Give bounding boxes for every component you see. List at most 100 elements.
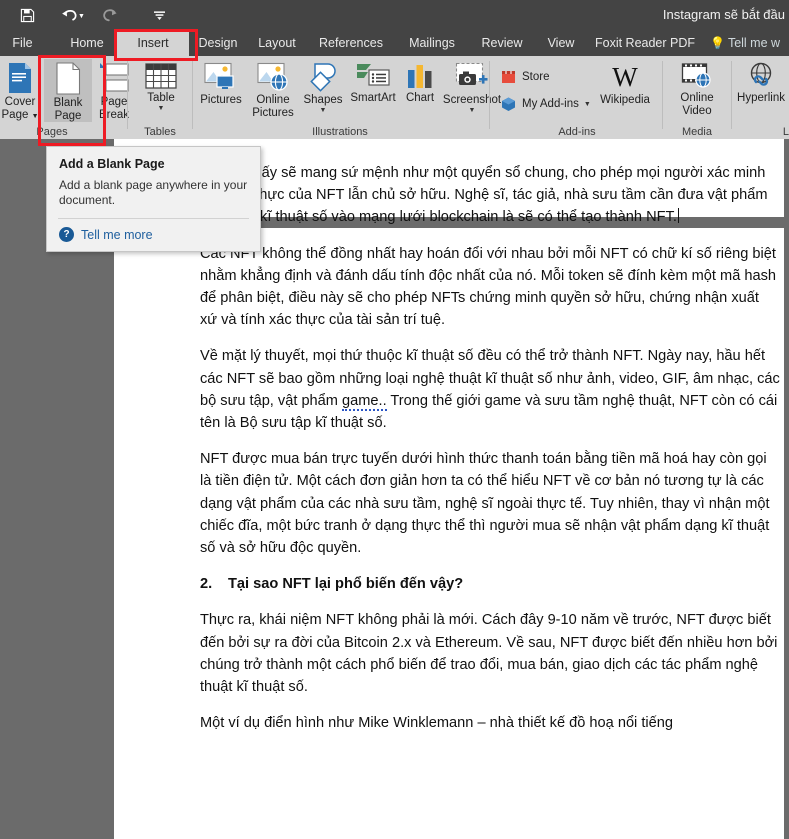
online-video-button[interactable]: Online Video (674, 59, 720, 117)
customize-qat-icon[interactable] (147, 2, 173, 28)
my-addins-button[interactable]: My Add-ins ▼ (500, 94, 591, 114)
ribbon-group-media: Online Video Media (666, 56, 728, 139)
tooltip-body: Add a blank page anywhere in your docume… (59, 178, 248, 207)
pictures-button[interactable]: Pictures (196, 59, 246, 107)
smartart-label: SmartArt (350, 92, 396, 104)
cover-page-label: Cover Page ▼ (1, 96, 39, 121)
tab-design[interactable]: Design (190, 30, 246, 56)
paragraph-2: Các NFT không thể đồng nhất hay hoán đổi… (200, 245, 777, 329)
chart-icon (408, 65, 432, 88)
tell-me-search[interactable]: 💡 Tell me w (710, 30, 780, 56)
tab-view[interactable]: View (538, 30, 584, 56)
paragraph-3: Về mặt lý thuyết, mọi thứ thuộc kĩ thuật… (200, 348, 780, 432)
shapes-label: Shapes (303, 94, 343, 106)
paragraph-1: Chuỗi số ấy sẽ mang sứ mệnh như một quyể… (200, 165, 768, 226)
cover-page-button[interactable]: Cover Page ▼ (1, 59, 39, 123)
online-pictures-button[interactable]: Online Pictures (247, 59, 299, 119)
online-pictures-icon (257, 62, 288, 91)
quick-access-toolbar[interactable]: ▼ (14, 0, 173, 30)
smartart-button[interactable]: SmartArt (346, 59, 400, 105)
heading-text: Tại sao NFT lại phổ biến đến vậy? (228, 576, 464, 593)
my-addins-label: My Add-ins (522, 98, 579, 110)
cover-page-icon (9, 63, 31, 93)
online-pictures-label: Online Pictures (252, 94, 294, 119)
table-dropdown-caret-icon[interactable]: ▼ (158, 105, 165, 112)
ribbon-tab-strip: File Home Insert Design Layout Reference… (0, 30, 789, 56)
paragraph-5: Thực ra, khái niệm NFT không phải là mới… (200, 612, 778, 696)
tab-home[interactable]: Home (58, 30, 116, 56)
chart-label: Chart (405, 92, 435, 104)
blank-page-tooltip: Add a Blank Page Add a blank page anywhe… (46, 146, 261, 252)
page-break-label: Page Break (98, 96, 130, 121)
text-cursor (677, 208, 679, 224)
page-break-button[interactable]: Page Break (92, 59, 136, 121)
group-separator (489, 61, 490, 129)
hyperlink-icon (750, 62, 772, 86)
table-button[interactable]: Table ▼ (140, 59, 182, 112)
page-break-icon (100, 63, 129, 92)
tell-me-more-link[interactable]: ? Tell me more (47, 219, 260, 251)
tell-me-label: Tell me w (727, 36, 781, 50)
tab-mailings[interactable]: Mailings (398, 30, 466, 56)
ribbon-group-label-illustrations: Illustrations (312, 126, 368, 138)
title-bar: ▼ Instagram sẽ bắt đầu (0, 0, 789, 30)
shapes-button[interactable]: Shapes ▼ (301, 59, 345, 114)
ribbon-group-links: Hyperlink Boo L (735, 56, 789, 139)
wikipedia-icon: W (612, 62, 638, 92)
tell-me-more-label: Tell me more (81, 227, 153, 242)
ribbon: CoverPage ▼ BlankPage PageBreak Pages (0, 56, 789, 140)
tab-file[interactable]: File (0, 30, 45, 56)
screenshot-label: Screenshot (442, 94, 502, 106)
ribbon-group-addins: Store My Add-ins ▼ W Wikipedia Add-ins (494, 56, 660, 139)
my-addins-dropdown-caret-icon[interactable]: ▼ (584, 101, 591, 108)
online-video-icon (681, 63, 711, 88)
screenshot-icon (455, 62, 488, 85)
section-heading-2: 2. Tại sao NFT lại phổ biến đến vậy? (200, 573, 780, 595)
my-addins-icon (502, 97, 515, 111)
undo-dropdown-caret-icon[interactable]: ▼ (78, 13, 85, 20)
redo-icon[interactable] (97, 2, 123, 28)
hyperlink-button[interactable]: Hyperlink (735, 59, 787, 105)
save-icon[interactable] (14, 2, 40, 28)
ribbon-group-label-media: Media (682, 126, 712, 138)
ribbon-group-label-pages: Pages (36, 126, 68, 138)
redo-arrow-glyph (103, 9, 117, 22)
group-separator (127, 61, 128, 129)
tab-layout[interactable]: Layout (248, 30, 306, 56)
group-separator (731, 61, 732, 129)
store-label: Store (522, 71, 550, 83)
shapes-dropdown-caret-icon[interactable]: ▼ (320, 107, 327, 114)
smartart-icon (357, 64, 390, 86)
screenshot-dropdown-caret-icon[interactable]: ▼ (469, 107, 476, 114)
customize-qat-glyph (154, 10, 166, 20)
paragraph-4: NFT được mua bán trực tuyến dưới hình th… (200, 451, 770, 557)
heading-number: 2. (200, 576, 213, 593)
pictures-icon (204, 62, 234, 89)
paragraph-6: Một ví dụ điển hình như Mike Winklemann … (200, 715, 673, 732)
vertical-scrollbar[interactable] (784, 139, 789, 839)
group-separator (662, 61, 663, 129)
lightbulb-icon: 💡 (710, 36, 725, 50)
blank-page-icon (56, 62, 81, 95)
spellcheck-marked-word[interactable]: game.. (342, 392, 387, 411)
tab-insert[interactable]: Insert (117, 30, 189, 56)
wikipedia-button[interactable]: W Wikipedia (594, 59, 656, 107)
store-button[interactable]: Store (500, 67, 550, 87)
tab-foxit-reader-pdf[interactable]: Foxit Reader PDF (590, 30, 700, 56)
tooltip-title: Add a Blank Page (59, 157, 165, 171)
ribbon-group-tables: Table ▼ Tables (132, 56, 188, 139)
chart-button[interactable]: Chart (401, 59, 439, 105)
hyperlink-label: Hyperlink (737, 92, 785, 104)
group-separator (192, 61, 193, 129)
ribbon-group-label-links: L (782, 126, 789, 138)
help-question-icon: ? (59, 227, 74, 242)
save-glyph (20, 8, 34, 22)
table-label: Table (147, 92, 175, 104)
ribbon-group-pages: Cover Page ▼ Blank Page Page Break Pages (0, 56, 129, 139)
blank-page-button[interactable]: Blank Page (44, 59, 92, 122)
blank-page-label: Blank Page (53, 97, 83, 122)
tab-references[interactable]: References (310, 30, 392, 56)
table-icon (145, 63, 177, 89)
tab-review[interactable]: Review (472, 30, 532, 56)
document-text-column[interactable]: Chuỗi số ấy sẽ mang sứ mệnh như một quyể… (200, 162, 780, 748)
